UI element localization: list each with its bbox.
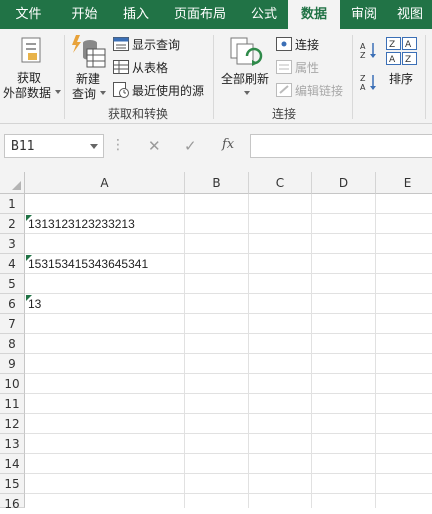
get-external-data-label-2: 外部数据 <box>3 86 52 100</box>
worksheet-grid: A B C D E 1 2 3 4 5 6 7 8 9 10 11 12 13 … <box>0 172 432 511</box>
column-header-c[interactable]: C <box>249 172 312 194</box>
tab-page-layout[interactable]: 页面布局 <box>160 0 240 29</box>
enter-icon[interactable]: ✓ <box>184 137 197 155</box>
sort-label: 排序 <box>389 72 414 86</box>
edit-links-label: 编辑链接 <box>295 84 344 98</box>
new-query-label-2: 查询 <box>72 87 97 101</box>
row-header[interactable]: 15 <box>0 474 25 494</box>
chevron-down-icon[interactable] <box>90 144 98 149</box>
row-header[interactable]: 16 <box>0 494 25 511</box>
svg-text:A: A <box>360 83 366 91</box>
row-header[interactable]: 3 <box>0 234 25 254</box>
group-separator <box>64 35 65 119</box>
gridline <box>25 333 432 334</box>
gridline <box>25 353 432 354</box>
row-header[interactable]: 11 <box>0 394 25 414</box>
group-label-get-transform: 获取和转换 <box>108 107 169 121</box>
svg-text:Z: Z <box>360 51 366 59</box>
gridline <box>375 194 376 508</box>
column-header-e[interactable]: E <box>376 172 432 194</box>
chevron-down-icon <box>100 91 106 95</box>
sort-az-icon: A Z <box>360 42 376 59</box>
gridline <box>311 194 312 508</box>
gridline <box>25 453 432 454</box>
svg-text:A: A <box>389 55 396 65</box>
gridline <box>184 194 185 508</box>
clock-icon <box>113 82 129 98</box>
row-header[interactable]: 9 <box>0 354 25 374</box>
cell-a2[interactable]: 1313123123233213 <box>28 214 135 234</box>
row-header[interactable]: 12 <box>0 414 25 434</box>
row-header[interactable]: 8 <box>0 334 25 354</box>
show-queries-label: 显示查询 <box>132 38 181 52</box>
formula-bar-area: B11 ⋮ ✕ ✓ fx <box>0 124 432 172</box>
tab-file[interactable]: 文件 <box>0 0 57 29</box>
edit-links-icon <box>276 83 292 97</box>
tab-data[interactable]: 数据 <box>288 0 340 29</box>
gridline <box>25 413 432 414</box>
row-header[interactable]: 6 <box>0 294 25 314</box>
row-header[interactable]: 7 <box>0 314 25 334</box>
chevron-down-icon <box>244 91 250 95</box>
column-header-d[interactable]: D <box>312 172 376 194</box>
from-table-label: 从表格 <box>132 61 169 75</box>
tab-formulas[interactable]: 公式 <box>240 0 288 29</box>
external-data-icon <box>21 37 41 63</box>
svg-text:Z: Z <box>405 55 411 65</box>
svg-text:A: A <box>360 42 366 51</box>
properties-label: 属性 <box>295 61 320 75</box>
row-header[interactable]: 10 <box>0 374 25 394</box>
name-box-value: B11 <box>11 139 35 154</box>
gridline <box>25 433 432 434</box>
ribbon: 获取 外部数据 新建 查询 显示查询 从表格 最近使用的源 获取和转换 全部刷新… <box>0 29 432 124</box>
formula-input[interactable] <box>250 134 432 158</box>
gridline <box>25 493 432 494</box>
connections-icon <box>276 37 292 51</box>
tab-home[interactable]: 开始 <box>57 0 112 29</box>
insert-function-button[interactable]: fx <box>222 137 234 152</box>
svg-text:A: A <box>405 40 412 50</box>
row-header[interactable]: 5 <box>0 274 25 294</box>
gridline <box>25 393 432 394</box>
table-icon <box>113 60 129 74</box>
column-header-a[interactable]: A <box>25 172 185 194</box>
row-header[interactable]: 4 <box>0 254 25 274</box>
group-separator <box>213 35 214 119</box>
gridline <box>25 473 432 474</box>
tab-review[interactable]: 审阅 <box>340 0 388 29</box>
gridline <box>25 373 432 374</box>
svg-text:Z: Z <box>360 74 366 83</box>
cell-a6[interactable]: 13 <box>28 294 41 314</box>
sort-za-icon: Z A <box>360 74 376 91</box>
cell-a4[interactable]: 153153415343645341 <box>28 254 148 274</box>
group-separator <box>425 35 426 119</box>
refresh-all-label: 全部刷新 <box>221 72 270 86</box>
drag-handle-icon[interactable]: ⋮ <box>111 137 125 153</box>
tab-view[interactable]: 视图 <box>388 0 432 29</box>
select-all-button[interactable] <box>0 172 25 194</box>
recent-sources-label: 最近使用的源 <box>132 84 205 98</box>
ribbon-tab-bar: 文件 开始 插入 页面布局 公式 数据 审阅 视图 <box>0 0 432 29</box>
group-separator <box>352 35 353 119</box>
row-header[interactable]: 13 <box>0 434 25 454</box>
refresh-icon <box>230 37 263 66</box>
column-header-b[interactable]: B <box>185 172 249 194</box>
group-label-connections: 连接 <box>272 107 297 121</box>
row-header[interactable]: 2 <box>0 214 25 234</box>
row-header[interactable]: 14 <box>0 454 25 474</box>
show-queries-icon <box>113 37 129 51</box>
tab-insert[interactable]: 插入 <box>112 0 160 29</box>
gridline <box>25 313 432 314</box>
gridline <box>248 194 249 508</box>
new-query-icon <box>72 35 106 68</box>
connections-label: 连接 <box>295 38 320 52</box>
gridline <box>25 293 432 294</box>
cancel-icon[interactable]: ✕ <box>148 137 161 155</box>
row-header[interactable]: 1 <box>0 194 25 214</box>
chevron-down-icon <box>55 90 61 94</box>
sort-dialog-icon: Z A A Z <box>386 37 417 65</box>
properties-icon <box>276 60 292 74</box>
svg-text:Z: Z <box>389 40 395 50</box>
name-box[interactable]: B11 <box>4 134 104 158</box>
